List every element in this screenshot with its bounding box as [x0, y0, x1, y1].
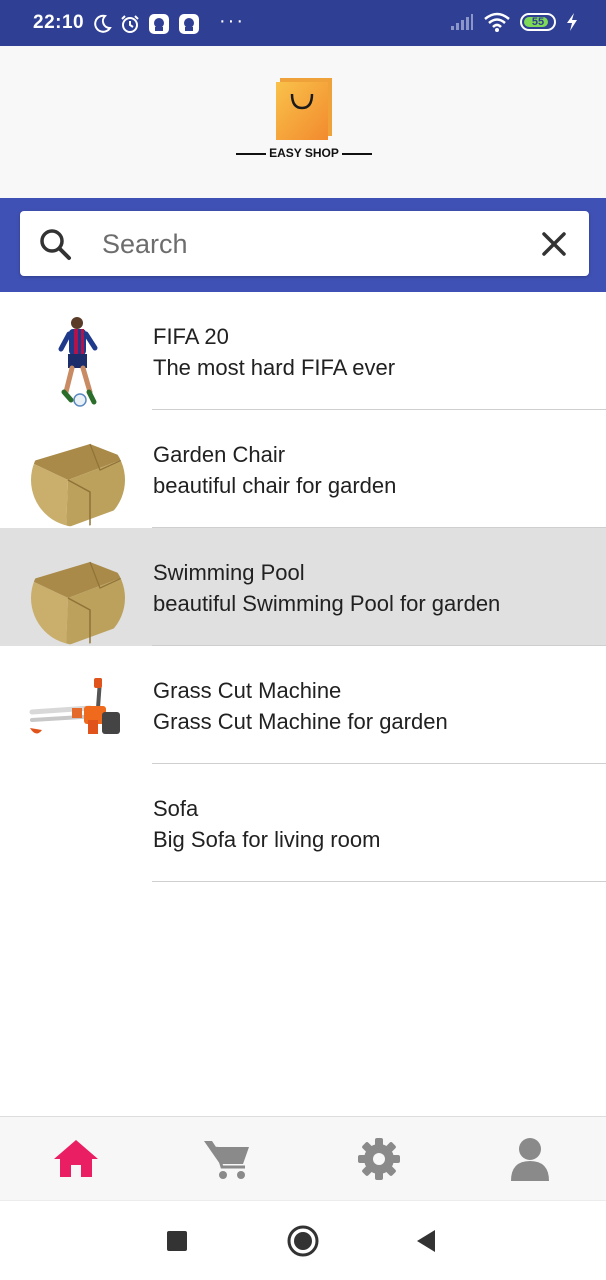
product-description: beautiful Swimming Pool for garden	[153, 591, 501, 616]
shopping-bag-logo-icon	[276, 78, 332, 140]
list-item[interactable]: Garden Chair beautiful chair for garden	[0, 410, 606, 528]
product-description: beautiful chair for garden	[153, 473, 397, 498]
app-notification-icon	[149, 14, 169, 34]
status-time: 22:10	[33, 12, 85, 33]
more-dots-icon: ···	[219, 10, 245, 32]
status-icons-left	[92, 13, 200, 35]
product-title: Swimming Pool	[153, 560, 305, 585]
cardboard-box-image	[31, 433, 125, 527]
battery-indicator: 55	[520, 13, 556, 31]
cardboard-box-image	[31, 551, 125, 645]
search-band	[0, 198, 606, 292]
list-item[interactable]: FIFA 20 The most hard FIFA ever	[0, 292, 606, 410]
list-item-text: Swimming Pool beautiful Swimming Pool fo…	[153, 558, 500, 620]
product-title: Garden Chair	[153, 442, 286, 467]
bottom-navigation	[0, 1116, 606, 1200]
system-navigation-bar	[0, 1200, 606, 1280]
back-icon[interactable]	[415, 1229, 437, 1253]
divider	[152, 881, 606, 882]
moon-icon	[94, 14, 112, 33]
charging-bolt-icon	[567, 13, 577, 31]
search-icon[interactable]	[38, 227, 72, 261]
list-item-text: FIFA 20 The most hard FIFA ever	[153, 322, 395, 384]
close-icon[interactable]	[541, 231, 567, 257]
list-item-text: Garden Chair beautiful chair for garden	[153, 440, 396, 502]
product-list: FIFA 20 The most hard FIFA ever Garden C…	[0, 292, 606, 882]
profile-icon[interactable]	[506, 1137, 554, 1181]
list-item-text: Sofa Big Sofa for living room	[153, 794, 380, 856]
recents-icon[interactable]	[167, 1231, 187, 1251]
wifi-icon	[484, 12, 510, 32]
app-notification-icon	[179, 14, 199, 34]
home-icon[interactable]	[52, 1137, 100, 1181]
signal-icon	[451, 14, 473, 30]
product-title: Grass Cut Machine	[153, 678, 342, 703]
list-item[interactable]: Swimming Pool beautiful Swimming Pool fo…	[0, 528, 606, 646]
product-title: Sofa	[153, 796, 199, 821]
alarm-icon	[121, 15, 139, 33]
product-description: Big Sofa for living room	[153, 827, 381, 852]
list-item[interactable]: Sofa Big Sofa for living room	[0, 764, 606, 882]
battery-level: 55	[531, 16, 545, 28]
product-description: Grass Cut Machine for garden	[153, 709, 448, 734]
product-title: FIFA 20	[153, 324, 229, 349]
soccer-player-image	[58, 317, 98, 407]
cart-icon[interactable]	[203, 1137, 251, 1181]
search-bar[interactable]	[20, 211, 589, 278]
app-header: EASY SHOP	[0, 46, 606, 198]
list-item[interactable]: Grass Cut Machine Grass Cut Machine for …	[0, 646, 606, 764]
status-bar: 22:10 ··· 55	[0, 0, 606, 46]
search-input[interactable]	[100, 211, 524, 278]
list-item-text: Grass Cut Machine Grass Cut Machine for …	[153, 676, 448, 738]
home-circle-icon[interactable]	[287, 1225, 319, 1257]
settings-icon[interactable]	[355, 1137, 403, 1181]
status-icons-right: 55	[450, 12, 578, 32]
logo-text: EASY SHOP	[269, 146, 339, 160]
product-description: The most hard FIFA ever	[153, 355, 396, 380]
grass-cutter-image	[29, 678, 120, 734]
